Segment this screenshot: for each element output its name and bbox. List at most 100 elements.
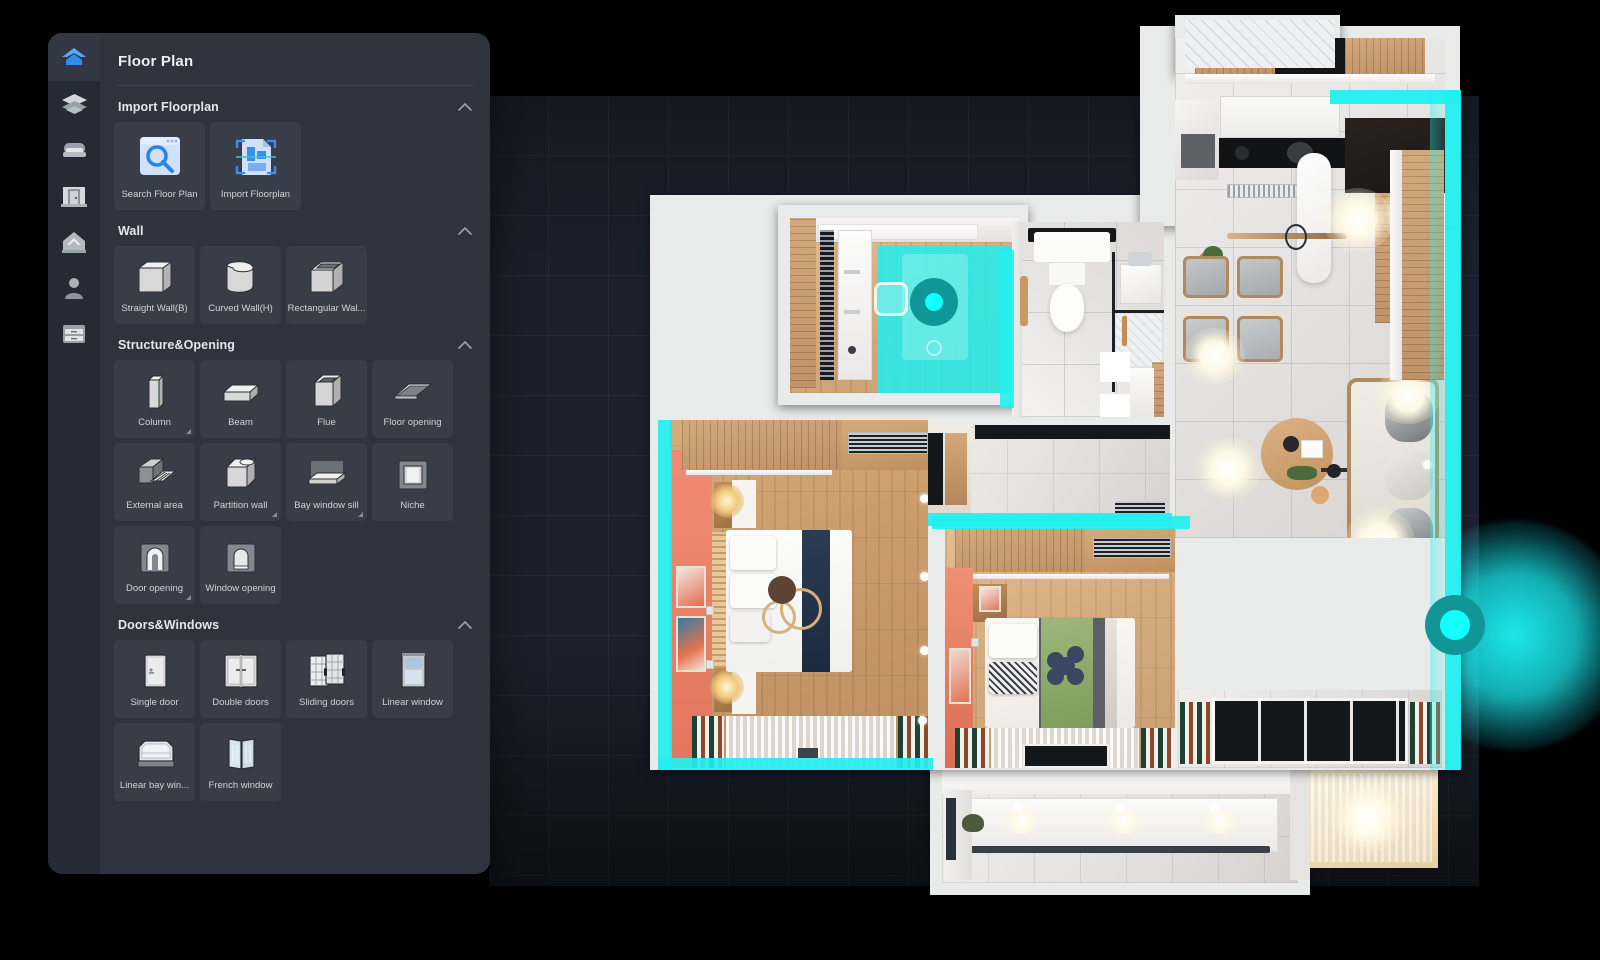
tool-tile-search-floor-plan[interactable]: Search Floor Plan — [114, 122, 205, 210]
cabinet-icon — [63, 325, 85, 343]
corridor — [915, 425, 1170, 520]
rail-item-logo[interactable] — [48, 33, 100, 81]
tool-tile-flue[interactable]: Flue — [286, 360, 367, 438]
floor-plan-tool-panel: Floor Plan Import Floorplan Search Floor… — [48, 33, 490, 874]
kitchen-nook — [1185, 20, 1335, 68]
tool-tile-window-opening[interactable]: Window opening — [200, 526, 281, 604]
second-bedroom[interactable] — [945, 528, 1175, 768]
tool-tile-column[interactable]: Column — [114, 360, 195, 438]
tile-label: Niche — [400, 500, 425, 511]
chevron-up-icon[interactable] — [458, 620, 472, 630]
resize-corner-icon[interactable] — [358, 512, 363, 517]
section-title: Structure&Opening — [118, 338, 235, 352]
single-door-icon — [130, 648, 180, 694]
tile-label: Window opening — [205, 583, 276, 594]
resize-corner-icon[interactable] — [272, 512, 277, 517]
roof-icon — [62, 232, 86, 253]
selection-edge-top — [1330, 90, 1460, 104]
bottom-right-room — [1298, 768, 1438, 868]
tool-tile-straight-wall[interactable]: Straight Wall(B) — [114, 246, 195, 324]
tool-tile-double-doors[interactable]: Double doors — [200, 640, 281, 718]
tool-tile-curved-wall[interactable]: Curved Wall(H) — [200, 246, 281, 324]
tool-tile-beam[interactable]: Beam — [200, 360, 281, 438]
furniture-icon — [62, 143, 86, 157]
rectangular-wall-icon — [302, 254, 352, 300]
master-bedroom-highlight-bottom — [658, 758, 933, 770]
linear-window-icon — [388, 648, 438, 694]
balcony-floor — [942, 768, 1298, 883]
tile-label: Search Floor Plan — [121, 189, 198, 200]
resize-corner-icon[interactable] — [186, 595, 191, 600]
rail-item-person[interactable] — [48, 265, 100, 311]
tile-label: Floor opening — [383, 417, 442, 428]
tool-tile-import-floorplan[interactable]: Import Floorplan — [210, 122, 301, 210]
tile-label: Import Floorplan — [220, 189, 291, 200]
chevron-up-icon[interactable] — [458, 102, 472, 112]
resize-corner-icon[interactable] — [186, 429, 191, 434]
section-header-wall[interactable]: Wall — [114, 210, 476, 246]
tile-label: Beam — [228, 417, 253, 428]
selection-edge-right[interactable] — [1445, 90, 1461, 770]
section-header-import-floorplan[interactable]: Import Floorplan — [114, 86, 476, 122]
rail-item-cabinet[interactable] — [48, 311, 100, 357]
tile-grid-import-floorplan: Search Floor Plan Import Floorplan — [114, 122, 476, 210]
master-bedroom[interactable] — [670, 420, 928, 768]
page-title: Floor Plan — [118, 53, 194, 70]
selection-edge-right-inner — [1430, 90, 1446, 770]
tool-tile-french-window[interactable]: French window — [200, 723, 281, 801]
tool-tile-linear-window[interactable]: Linear window — [372, 640, 453, 718]
selection-handle-left[interactable] — [910, 278, 958, 326]
master-bedroom-highlight-left — [658, 420, 672, 770]
search-floor-plan-icon — [131, 130, 189, 184]
double-doors-icon — [216, 648, 266, 694]
app-root: Floor Plan Import Floorplan Search Floor… — [0, 0, 1600, 960]
selection-handle-right[interactable] — [1425, 595, 1485, 655]
tool-tile-bay-window-sill[interactable]: Bay window sill — [286, 443, 367, 521]
section-header-structure-opening[interactable]: Structure&Opening — [114, 324, 476, 360]
curved-wall-icon — [216, 254, 266, 300]
second-bedroom-highlight-top — [932, 516, 1190, 529]
rail-item-layers[interactable] — [48, 81, 100, 127]
living-room-window-band — [1178, 690, 1442, 768]
tile-label: External area — [126, 500, 183, 511]
tool-tile-partition-wall[interactable]: Partition wall — [200, 443, 281, 521]
section-title: Wall — [118, 224, 144, 238]
tool-panel-body: Floor Plan Import Floorplan Search Floor… — [100, 33, 490, 874]
door-icon — [61, 187, 87, 207]
section-header-doors-windows[interactable]: Doors&Windows — [114, 604, 476, 640]
sliding-doors-icon — [302, 648, 352, 694]
tool-rail — [48, 33, 100, 874]
tool-tile-rectangular-wall[interactable]: Rectangular Wal... — [286, 246, 367, 324]
floorplan-3d-render[interactable] — [630, 0, 1600, 960]
door-opening-icon — [130, 534, 180, 580]
chevron-up-icon[interactable] — [458, 226, 472, 236]
rail-item-furniture[interactable] — [48, 127, 100, 173]
tile-grid-structure-opening: Column Beam Flue Floor opening External … — [114, 360, 476, 604]
tile-label: French window — [208, 780, 273, 791]
tile-label: Linear bay win... — [119, 780, 190, 791]
french-window-icon — [216, 731, 266, 777]
tool-tile-external-area[interactable]: External area — [114, 443, 195, 521]
tile-label: Curved Wall(H) — [208, 303, 273, 314]
tool-tile-door-opening[interactable]: Door opening — [114, 526, 195, 604]
section-wall: Wall Straight Wall(B) Curved Wall(H) Rec… — [100, 210, 490, 324]
tool-tile-linear-bay-window[interactable]: Linear bay win... — [114, 723, 195, 801]
rail-item-door[interactable] — [48, 173, 100, 219]
section-title: Import Floorplan — [118, 100, 219, 114]
tool-tile-sliding-doors[interactable]: Sliding doors — [286, 640, 367, 718]
beam-icon — [216, 368, 266, 414]
window-opening-icon — [216, 534, 266, 580]
floor-opening-icon — [388, 368, 438, 414]
chevron-up-icon[interactable] — [458, 340, 472, 350]
rail-item-roof[interactable] — [48, 219, 100, 265]
person-icon — [65, 278, 83, 299]
study-room[interactable] — [790, 218, 1018, 393]
tile-label: Rectangular Wal... — [287, 303, 366, 314]
tool-tile-niche[interactable]: Niche — [372, 443, 453, 521]
tile-label: Linear window — [382, 697, 443, 708]
tool-tile-floor-opening[interactable]: Floor opening — [372, 360, 453, 438]
tile-label: Door opening — [125, 583, 184, 594]
tile-label: Flue — [317, 417, 336, 428]
tile-label: Column — [138, 417, 171, 428]
tool-tile-single-door[interactable]: Single door — [114, 640, 195, 718]
